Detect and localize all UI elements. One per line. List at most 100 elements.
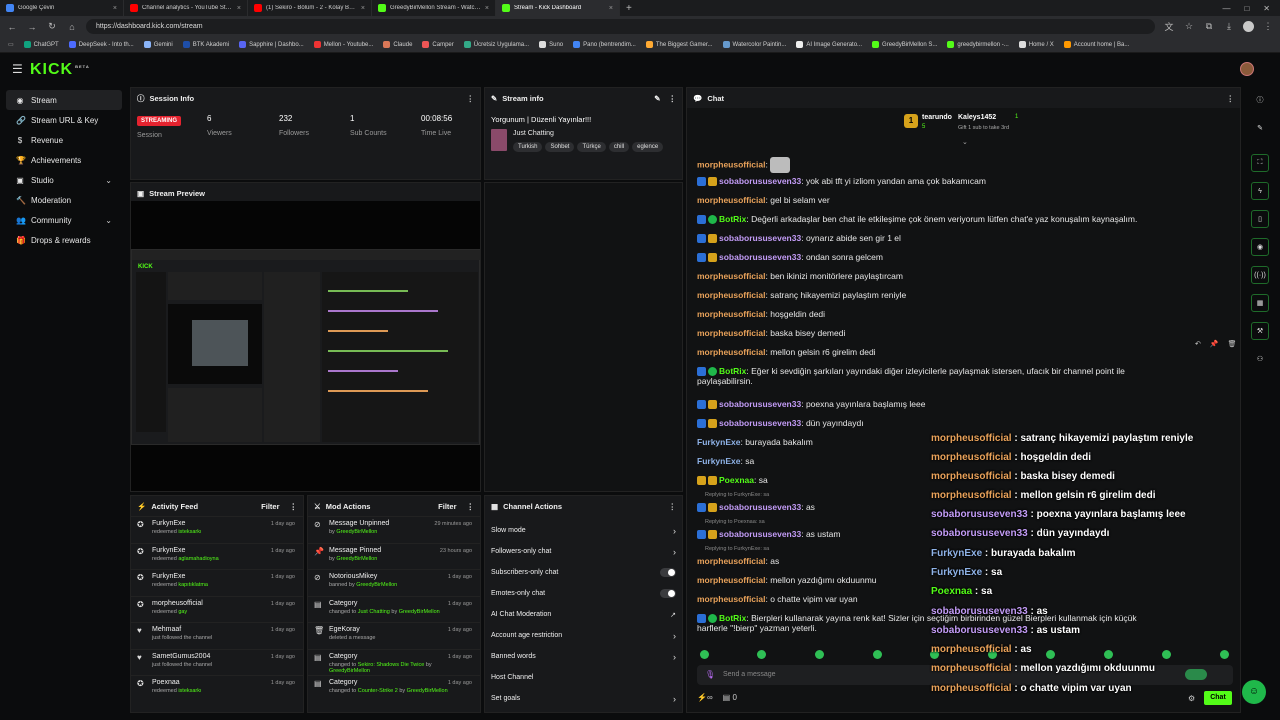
rail-document-icon[interactable]: ▯	[1251, 210, 1269, 228]
minimize-icon[interactable]: —	[1222, 4, 1230, 13]
emote-icon[interactable]	[1046, 650, 1055, 659]
chevron-right-icon[interactable]: ›	[673, 631, 676, 641]
channel-action-slow-mode[interactable]: Slow mode ›	[485, 520, 682, 541]
chevron-right-icon[interactable]: ›	[673, 547, 676, 557]
pin-message-icon[interactable]: 📌	[1210, 340, 1219, 348]
channel-action-followers-only-chat[interactable]: Followers-only chat ›	[485, 541, 682, 562]
bookmark-item[interactable]: Account home | Ba...	[1063, 41, 1129, 48]
channel-actions-menu-icon[interactable]: ⋮	[669, 502, 677, 511]
chat-message[interactable]: FurkynExe: burayada bakalım	[697, 437, 813, 447]
home-icon[interactable]: ⌂	[66, 22, 78, 32]
chat-message[interactable]: sobaborususeven33: as ustam	[697, 529, 840, 540]
rail-info-icon[interactable]: ⓘ	[1251, 91, 1269, 109]
chat-username[interactable]: morpheusofficial	[697, 290, 765, 300]
chat-message[interactable]: BotRix: Eğer ki sevdiğin şarkıları yayın…	[697, 366, 1125, 386]
activity-filter-button[interactable]: Filter	[261, 502, 279, 511]
bookmark-item[interactable]: Pano (bentrendim...	[573, 41, 636, 48]
reply-context[interactable]: Replying to FurkynExe: sa	[705, 546, 769, 552]
sidebar-item-community[interactable]: 👥 Community ⌄	[6, 210, 122, 230]
feed-row[interactable]: ▤ Category changed to Sekiro: Shadows Die …	[308, 648, 480, 676]
gifter2-name[interactable]: Kaleys1452	[958, 114, 996, 121]
feed-highlight[interactable]: Just Chatting	[358, 609, 390, 615]
chat-message[interactable]: morpheusofficial: ben ikinizi monitörler…	[697, 271, 903, 281]
preview-video[interactable]: KICK	[131, 201, 481, 491]
browser-tab[interactable]: GreedyBirMellon Stream - Watch Live ×	[372, 0, 496, 16]
bookmark-item[interactable]: Home / X	[1018, 41, 1054, 48]
chevron-right-icon[interactable]: ›	[673, 694, 676, 704]
activity-menu-icon[interactable]: ⋮	[290, 502, 298, 511]
chat-message[interactable]: morpheusofficial: satranç hikayemizi pay…	[697, 290, 906, 300]
chat-username[interactable]: morpheusofficial	[697, 271, 765, 281]
chat-username[interactable]: sobaborususeven33	[719, 399, 801, 409]
feed-row[interactable]: ⊘ Message Unpinned by GreedyBirMellon 29 mi…	[308, 516, 480, 543]
rail-broadcast-icon[interactable]: ((·))	[1251, 266, 1269, 284]
emote-icon[interactable]	[815, 650, 824, 659]
bookmark-item[interactable]: ChatGPT	[23, 41, 59, 48]
reply-context[interactable]: Replying to FurkynExe: sa	[705, 492, 769, 498]
reply-context[interactable]: Replying to Poexnaa: sa	[705, 519, 765, 525]
emote-icon[interactable]	[1104, 650, 1113, 659]
delete-message-icon[interactable]: 🗑	[1228, 340, 1237, 348]
close-window-icon[interactable]: ✕	[1263, 4, 1270, 13]
feed-row[interactable]: ✪ FurkynExe redeemed aglamahadioyna 1 day a…	[131, 542, 303, 570]
rail-fullscreen-icon[interactable]: ⛶	[1251, 154, 1269, 172]
sidebar-item-moderation[interactable]: 🔨 Moderation	[6, 190, 122, 210]
sidebar-item-stream[interactable]: ◉ Stream	[6, 90, 122, 110]
chat-username[interactable]: sobaborususeven33	[719, 418, 801, 428]
send-chat-button[interactable]: Chat	[1204, 691, 1232, 705]
back-icon[interactable]: ←	[6, 22, 18, 32]
toggle-switch[interactable]	[660, 568, 676, 577]
feed-row[interactable]: 🗑 EgeKoray deleted a message 1 day ago	[308, 622, 480, 649]
downloads-icon[interactable]: ⤓	[1223, 21, 1235, 32]
bookmark-item[interactable]: GreedyBirMellon S...	[872, 41, 937, 48]
emote-icon[interactable]	[700, 650, 709, 659]
feed-highlight[interactable]: GreedyBirMellon	[336, 556, 377, 562]
bookmark-item[interactable]: Suno	[539, 41, 563, 48]
chat-username[interactable]: sobaborususeven33	[719, 176, 801, 186]
extensions-icon[interactable]: ⧉	[1203, 21, 1215, 32]
translate-icon[interactable]: 文	[1163, 20, 1175, 33]
chat-username[interactable]: morpheusofficial	[697, 328, 765, 338]
feed-highlight[interactable]: isteksarkı	[178, 529, 201, 535]
chat-message[interactable]: sobaborususeven33: as	[697, 502, 815, 513]
chat-username[interactable]: morpheusofficial	[697, 159, 765, 169]
chat-message[interactable]: BotRix: Değerli arkadaşlar ben chat ile …	[697, 214, 1137, 225]
chat-username[interactable]: morpheusofficial	[697, 594, 765, 604]
browser-menu-icon[interactable]: ⋮	[1262, 21, 1274, 32]
points-icon[interactable]: ▤ 0	[723, 693, 737, 702]
feed-row[interactable]: ♥ Mehmaaf just followed the channel 1 day a…	[131, 622, 303, 649]
feed-highlight[interactable]: gay	[178, 609, 187, 615]
session-menu-icon[interactable]: ⋮	[467, 94, 475, 103]
chevron-right-icon[interactable]: ›	[673, 526, 676, 536]
chat-menu-icon[interactable]: ⋮	[1227, 94, 1235, 103]
bookmark-item[interactable]: BTK Akademi	[182, 41, 229, 48]
reload-icon[interactable]: ↻	[46, 21, 58, 32]
reply-icon[interactable]: ↶	[1195, 340, 1201, 348]
feed-row[interactable]: ✪ Poexnaa redeemed isteksarkı 1 day ago	[131, 675, 303, 702]
feed-row[interactable]: ✪ FurkynExe redeemed kapıtıklatma 1 day ago	[131, 569, 303, 596]
chat-message[interactable]: morpheusofficial: baska bisey demedi	[697, 328, 845, 338]
browser-tab[interactable]: Google Çeviri ×	[0, 0, 124, 16]
chat-username[interactable]: BotRix	[719, 366, 746, 376]
chat-username[interactable]: sobaborususeven33	[719, 252, 801, 262]
chat-message[interactable]: morpheusofficial: o chatte vipim var uya…	[697, 594, 858, 604]
stream-tag[interactable]: Sohbet	[545, 142, 575, 152]
chevron-right-icon[interactable]: ›	[673, 652, 676, 662]
feed-row[interactable]: ✪ FurkynExe redeemed isteksarkı 1 day ago	[131, 516, 303, 543]
chat-username[interactable]: Poexnaa	[719, 475, 754, 485]
chevron-down-icon[interactable]: ⌄	[105, 176, 112, 185]
feed-row[interactable]: ♥ SametGumus2004 just followed the channel…	[131, 648, 303, 676]
chat-message[interactable]: sobaborususeven33: yok abi tft yi izliom…	[697, 176, 986, 187]
bookmark-item[interactable]: AI Image Generato...	[796, 41, 862, 48]
help-chat-button[interactable]: ☺	[1242, 680, 1266, 704]
bookmark-item[interactable]: greedybirmellon -...	[947, 41, 1009, 48]
close-tab-icon[interactable]: ×	[237, 5, 241, 12]
stream-info-menu-icon[interactable]: ⋮	[669, 94, 677, 103]
edit-icon[interactable]: ✎	[654, 94, 660, 103]
mic-icon[interactable]: 🎙	[705, 670, 715, 679]
external-link-icon[interactable]: ↗	[670, 611, 676, 619]
chat-message[interactable]: sobaborususeven33: dün yayındaydı	[697, 418, 864, 429]
bookmark-item[interactable]: Claude	[383, 41, 412, 48]
feed-row[interactable]: ▤ Category changed to Counter-Strike 2 by …	[308, 675, 480, 702]
chat-message[interactable]: sobaborususeven33: poexna yayınlara başl…	[697, 399, 925, 410]
